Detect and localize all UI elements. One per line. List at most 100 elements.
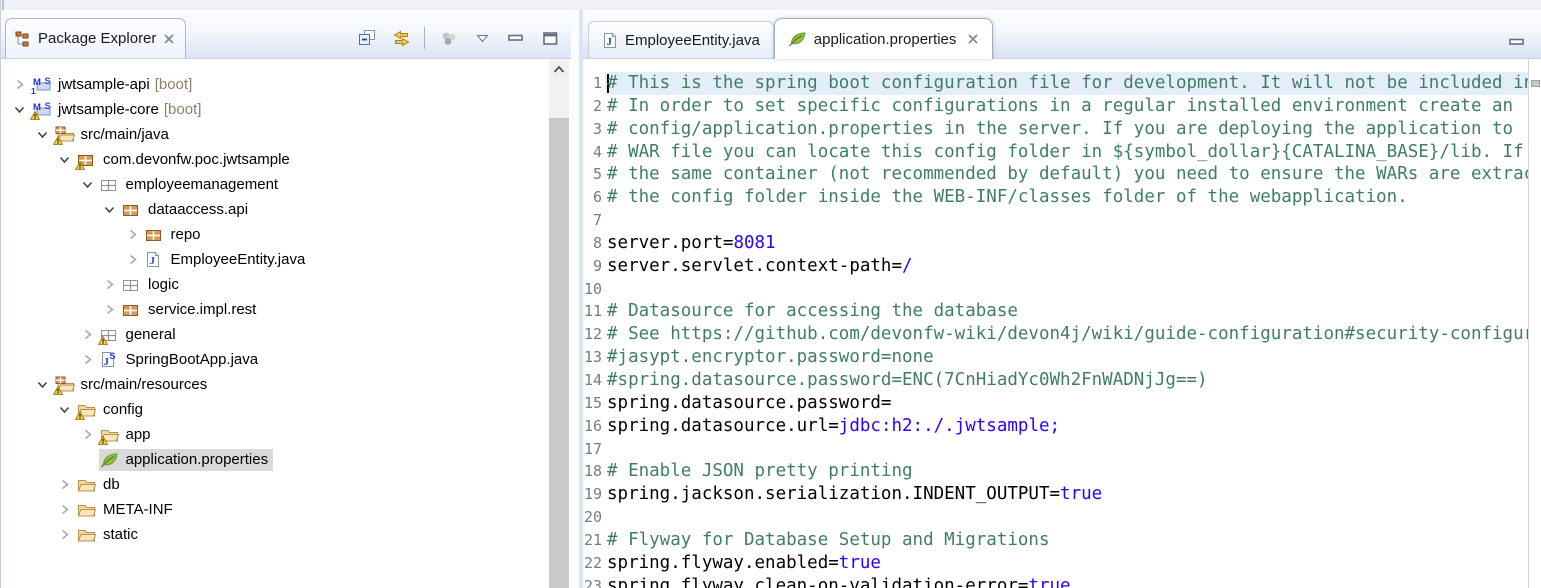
- scrollbar-thumb[interactable]: [549, 118, 569, 588]
- tree-item-db[interactable]: db: [1, 472, 547, 497]
- code-text[interactable]: server.port=8081: [605, 232, 1541, 255]
- view-menu-button[interactable]: [471, 27, 493, 49]
- tree-item-employeeentity-java[interactable]: JEmployeeEntity.java: [1, 247, 547, 272]
- code-line-23[interactable]: 23spring.flyway.clean-on-validation-erro…: [583, 575, 1541, 588]
- code-text[interactable]: # the config folder inside the WEB-INF/c…: [605, 186, 1541, 209]
- code-text[interactable]: spring.jackson.serialization.INDENT_OUTP…: [605, 483, 1541, 506]
- code-text[interactable]: # See https://github.com/devonfw-wiki/de…: [605, 323, 1541, 346]
- tree-item-logic[interactable]: logic: [1, 272, 547, 297]
- minimize-editor-icon[interactable]: [1509, 37, 1525, 47]
- tab-package-explorer[interactable]: Package Explorer: [5, 18, 186, 58]
- chevron-down-icon[interactable]: [58, 403, 71, 416]
- code-text[interactable]: spring.flyway.clean-on-validation-error=…: [605, 575, 1541, 588]
- tree-item-com-devonfw-poc-jwtsample[interactable]: com.devonfw.poc.jwtsample: [1, 147, 547, 172]
- code-line-12[interactable]: 12# See https://github.com/devonfw-wiki/…: [583, 323, 1541, 346]
- tree-item-application-properties[interactable]: application.properties: [1, 447, 547, 472]
- minimize-view-button[interactable]: [505, 27, 527, 49]
- chevron-down-icon[interactable]: [58, 153, 71, 166]
- overview-ruler[interactable]: [1528, 59, 1541, 588]
- tree-scrollbar[interactable]: [549, 59, 569, 588]
- chevron-down-icon[interactable]: [103, 203, 116, 216]
- tree-item-jwtsample-api[interactable]: MS1jwtsample-api[boot]: [1, 72, 547, 97]
- code-text[interactable]: #jasypt.encryptor.password=none: [605, 346, 1541, 369]
- tree-item-content[interactable]: META-INF: [76, 499, 178, 521]
- editor-tab-EmployeeEntity-java[interactable]: JEmployeeEntity.java: [588, 21, 774, 58]
- code-text[interactable]: [605, 438, 1541, 461]
- scroll-up-arrow-icon[interactable]: [549, 59, 569, 79]
- tree-item-content[interactable]: db: [76, 474, 125, 496]
- tree-item-config[interactable]: config: [1, 397, 547, 422]
- code-line-20[interactable]: 20: [583, 506, 1541, 529]
- chevron-right-icon[interactable]: [103, 303, 116, 316]
- code-text[interactable]: [605, 278, 1541, 301]
- close-icon[interactable]: [163, 33, 175, 45]
- overview-annotation-marker[interactable]: [1531, 80, 1540, 87]
- tree-item-service-impl-rest[interactable]: service.impl.rest: [1, 297, 547, 322]
- chevron-right-icon[interactable]: [58, 503, 71, 516]
- tree-item-repo[interactable]: repo: [1, 222, 547, 247]
- code-text[interactable]: # config/application.properties in the s…: [605, 118, 1541, 141]
- code-line-13[interactable]: 13#jasypt.encryptor.password=none: [583, 346, 1541, 369]
- tree-item-meta-inf[interactable]: META-INF: [1, 497, 547, 522]
- code-text[interactable]: # Datasource for accessing the database: [605, 300, 1541, 323]
- selected-tree-item[interactable]: application.properties: [99, 449, 274, 471]
- collapse-all-button[interactable]: [356, 27, 378, 49]
- tree-item-jwtsample-core[interactable]: MSjwtsample-core[boot]: [1, 97, 547, 122]
- code-text[interactable]: # Enable JSON pretty printing: [605, 460, 1541, 483]
- code-text[interactable]: #spring.datasource.password=ENC(7CnHiadY…: [605, 369, 1541, 392]
- chevron-down-icon[interactable]: [36, 378, 49, 391]
- code-text[interactable]: spring.datasource.password=: [605, 392, 1541, 415]
- code-line-1[interactable]: 1# This is the spring boot configuration…: [583, 72, 1541, 95]
- properties-editor[interactable]: 1# This is the spring boot configuration…: [583, 59, 1541, 588]
- tree-item-content[interactable]: MS1jwtsample-api[boot]: [31, 74, 197, 96]
- code-text[interactable]: # the same container (not recommended by…: [605, 163, 1541, 186]
- tree-item-content[interactable]: config: [76, 399, 148, 421]
- code-line-9[interactable]: 9server.servlet.context-path=/: [583, 255, 1541, 278]
- tree-item-content[interactable]: general: [99, 324, 181, 346]
- code-text[interactable]: [605, 209, 1541, 232]
- code-line-8[interactable]: 8server.port=8081: [583, 232, 1541, 255]
- tree-item-content[interactable]: service.impl.rest: [121, 299, 261, 321]
- chevron-right-icon[interactable]: [58, 528, 71, 541]
- chevron-right-icon[interactable]: [13, 78, 26, 91]
- chevron-right-icon[interactable]: [103, 278, 116, 291]
- code-text[interactable]: # In order to set specific configuration…: [605, 95, 1541, 118]
- tree-item-content[interactable]: app: [99, 424, 156, 446]
- code-text[interactable]: # WAR file you can locate this config fo…: [605, 141, 1541, 164]
- code-line-14[interactable]: 14#spring.datasource.password=ENC(7CnHia…: [583, 369, 1541, 392]
- tree-item-dataaccess-api[interactable]: dataaccess.api: [1, 197, 547, 222]
- tree-item-src-main-java[interactable]: src/main/java: [1, 122, 547, 147]
- chevron-right-icon[interactable]: [81, 428, 94, 441]
- chevron-down-icon[interactable]: [13, 103, 26, 116]
- tree-item-content[interactable]: src/main/java: [54, 124, 174, 146]
- close-tab-icon[interactable]: [967, 33, 979, 45]
- chevron-down-icon[interactable]: [81, 178, 94, 191]
- link-with-editor-button[interactable]: [390, 27, 412, 49]
- code-line-3[interactable]: 3# config/application.properties in the …: [583, 118, 1541, 141]
- tree-item-general[interactable]: general: [1, 322, 547, 347]
- code-text[interactable]: spring.flyway.enabled=true: [605, 552, 1541, 575]
- code-line-4[interactable]: 4# WAR file you can locate this config f…: [583, 141, 1541, 164]
- tree-item-static[interactable]: static: [1, 522, 547, 547]
- tree-item-app[interactable]: app: [1, 422, 547, 447]
- code-line-2[interactable]: 2# In order to set specific configuratio…: [583, 95, 1541, 118]
- tree-item-content[interactable]: dataaccess.api: [121, 199, 253, 221]
- code-text[interactable]: [605, 506, 1541, 529]
- tree-item-springbootapp-java[interactable]: JSSpringBootApp.java: [1, 347, 547, 372]
- tree-item-src-main-resources[interactable]: src/main/resources: [1, 372, 547, 397]
- code-line-7[interactable]: 7: [583, 209, 1541, 232]
- tree-item-content[interactable]: static: [76, 524, 143, 546]
- code-line-21[interactable]: 21# Flyway for Database Setup and Migrat…: [583, 529, 1541, 552]
- code-line-6[interactable]: 6# the config folder inside the WEB-INF/…: [583, 186, 1541, 209]
- tree-item-content[interactable]: repo: [144, 224, 206, 246]
- tree-item-content[interactable]: JEmployeeEntity.java: [144, 249, 311, 271]
- code-line-16[interactable]: 16spring.datasource.url=jdbc:h2:./.jwtsa…: [583, 415, 1541, 438]
- tree-item-content[interactable]: com.devonfw.poc.jwtsample: [76, 149, 295, 171]
- code-line-11[interactable]: 11# Datasource for accessing the databas…: [583, 300, 1541, 323]
- code-text[interactable]: server.servlet.context-path=/: [605, 255, 1541, 278]
- chevron-right-icon[interactable]: [81, 328, 94, 341]
- tree-item-content[interactable]: MSjwtsample-core[boot]: [31, 99, 206, 121]
- code-line-15[interactable]: 15spring.datasource.password=: [583, 392, 1541, 415]
- tree-item-content[interactable]: employeemanagement: [99, 174, 284, 196]
- code-line-19[interactable]: 19spring.jackson.serialization.INDENT_OU…: [583, 483, 1541, 506]
